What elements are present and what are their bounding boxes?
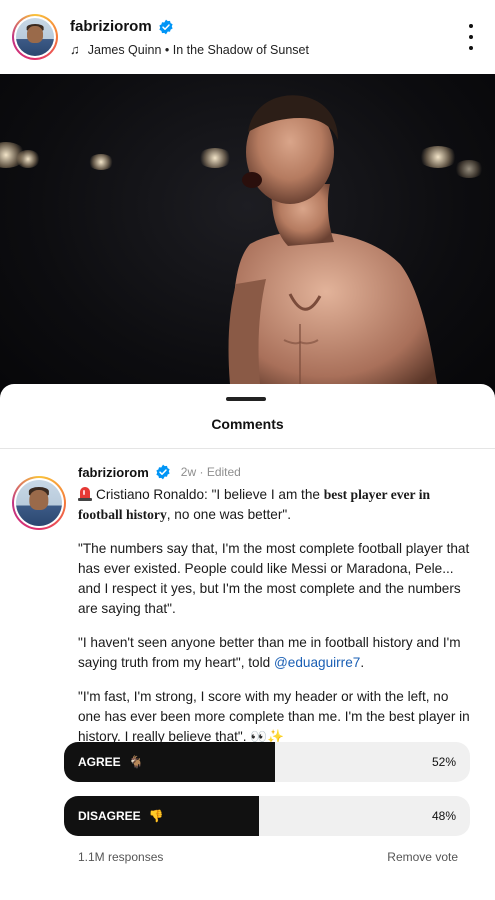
poll-responses: 1.1M responses [78,850,164,864]
music-separator: • [164,42,170,57]
post-author-avatar[interactable] [12,14,58,60]
comment-paragraph-3: "I haven't seen anyone better than me in… [78,635,461,670]
comments-title: Comments [211,416,284,432]
verified-badge-icon [156,464,170,480]
comment-header: fabriziorom 2w · Edited [78,464,241,480]
music-note-icon: ♫ [70,42,80,57]
post-author: fabriziorom [70,18,174,35]
poll-label-agree: AGREE [78,755,121,769]
comment-meta-separator: · [199,465,204,479]
comment-author-avatar[interactable] [12,476,66,530]
poll-footer: 1.1M responses Remove vote [78,850,458,864]
comment-paragraph-2: "The numbers say that, I'm the most comp… [78,541,470,616]
remove-vote-button[interactable]: Remove vote [387,850,458,864]
poll-option-disagree[interactable]: DISAGREE 👎 48% [64,796,470,836]
comment-body: Cristiano Ronaldo: "I believe I am the b… [78,485,473,761]
poll-option-agree[interactable]: AGREE 🐐 52% [64,742,470,782]
music-track: In the Shadow of Sunset [172,42,309,57]
thumbs-down-icon: 👎 [148,809,164,823]
poll-label-disagree: DISAGREE [78,809,141,823]
more-options-icon[interactable] [467,24,475,50]
post-music[interactable]: ♫ James Quinn • In the Shadow of Sunset [70,42,309,57]
post-username[interactable]: fabriziorom [70,18,152,35]
post-photo[interactable] [0,74,495,404]
sheet-drag-handle[interactable] [226,397,266,401]
verified-badge-icon [159,19,173,34]
siren-icon [78,487,92,501]
mention-link[interactable]: @eduaguirre7 [274,655,360,670]
music-artist: James Quinn [87,42,162,57]
comment-paragraph-4: "I'm fast, I'm strong, I score with my h… [78,689,470,744]
comment-username[interactable]: fabriziorom [78,465,149,480]
comments-sheet: Comments fabriziorom 2w · Edited Cristia… [0,384,495,900]
goat-icon: 🐐 [128,755,144,769]
poll-percent-disagree: 48% [431,809,456,823]
sheet-divider [0,448,495,449]
poll-percent-agree: 52% [431,755,456,769]
footballer-figure [228,95,440,404]
comment-age: 2w [180,465,197,479]
post-header: fabriziorom ♫ James Quinn • In the Shado… [0,0,495,74]
comment-paragraph-1: Cristiano Ronaldo: "I believe I am the b… [78,487,431,522]
comment-edited: Edited [206,465,241,479]
